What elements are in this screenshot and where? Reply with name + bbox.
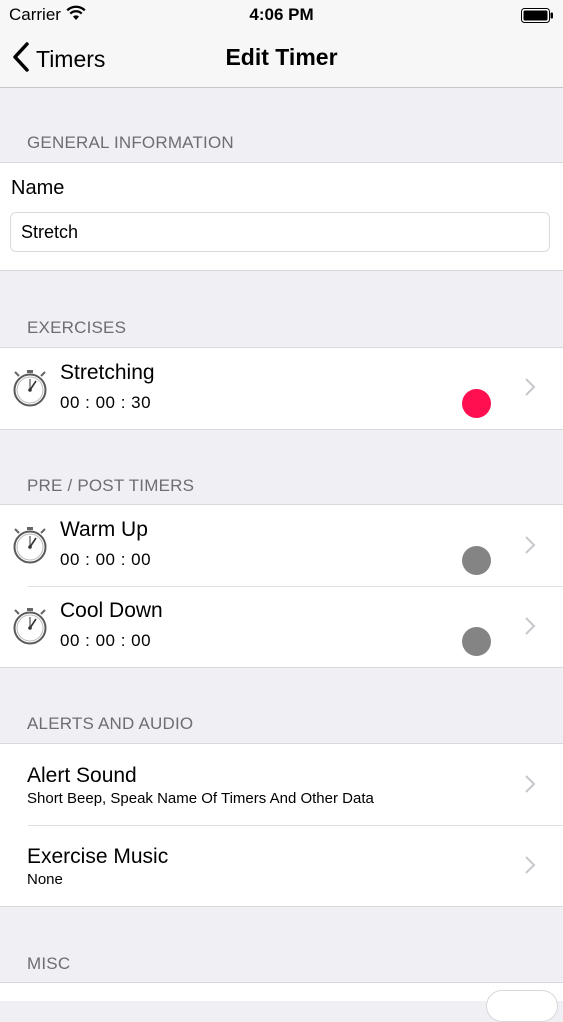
misc-group <box>0 982 563 1001</box>
status-time: 4:06 PM <box>249 5 314 24</box>
color-indicator <box>462 627 491 656</box>
timer-duration: 00 : 00 : 30 <box>60 393 152 412</box>
exercises-group: Stretching 00 : 00 : 30 <box>0 347 563 430</box>
timer-name: Warm Up <box>60 518 148 541</box>
section-header-alerts: ALERTS AND AUDIO <box>27 714 194 733</box>
color-indicator <box>462 546 491 575</box>
row-subtitle: Short Beep, Speak Name Of Timers And Oth… <box>27 790 374 807</box>
timer-row-cool-down[interactable]: Cool Down 00 : 00 : 00 <box>0 586 563 667</box>
alerts-group: Alert Sound Short Beep, Speak Name Of Ti… <box>0 743 563 907</box>
section-header-pre-post: PRE / POST TIMERS <box>27 476 195 495</box>
chevron-right-icon <box>524 855 536 880</box>
page-title: Edit Timer <box>225 44 338 70</box>
stopwatch-icon <box>11 607 49 650</box>
timer-row-warm-up[interactable]: Warm Up 00 : 00 : 00 <box>0 505 563 586</box>
general-group: Name <box>0 162 563 271</box>
misc-toggle-switch[interactable] <box>486 990 558 1022</box>
pre-post-group: Warm Up 00 : 00 : 00 Cool Down 00 : 00 :… <box>0 504 563 668</box>
row-title: Alert Sound <box>27 764 137 787</box>
timer-name: Cool Down <box>60 599 163 622</box>
chevron-right-icon <box>524 535 536 560</box>
chevron-right-icon <box>524 377 536 402</box>
battery-icon <box>521 8 554 28</box>
navigation-bar: Timers Edit Timer <box>0 30 563 88</box>
color-indicator <box>462 389 491 418</box>
status-bar: Carrier 4:06 PM <box>0 0 563 30</box>
timer-name: Stretching <box>60 361 155 384</box>
row-title: Exercise Music <box>27 845 169 868</box>
timer-duration: 00 : 00 : 00 <box>60 631 152 650</box>
chevron-right-icon <box>524 616 536 641</box>
stopwatch-icon <box>11 526 49 569</box>
section-header-exercises: EXERCISES <box>27 318 127 337</box>
alert-sound-row[interactable]: Alert Sound Short Beep, Speak Name Of Ti… <box>0 744 563 825</box>
row-subtitle: None <box>27 871 63 888</box>
section-header-misc: MISC <box>27 954 71 973</box>
name-input[interactable] <box>10 212 550 252</box>
timer-duration: 00 : 00 : 00 <box>60 550 152 569</box>
exercise-row-stretching[interactable]: Stretching 00 : 00 : 30 <box>0 348 563 429</box>
stopwatch-icon <box>11 369 49 412</box>
exercise-music-row[interactable]: Exercise Music None <box>0 825 563 906</box>
name-label: Name <box>11 177 65 199</box>
section-header-general: GENERAL INFORMATION <box>27 133 234 152</box>
chevron-right-icon <box>524 774 536 799</box>
